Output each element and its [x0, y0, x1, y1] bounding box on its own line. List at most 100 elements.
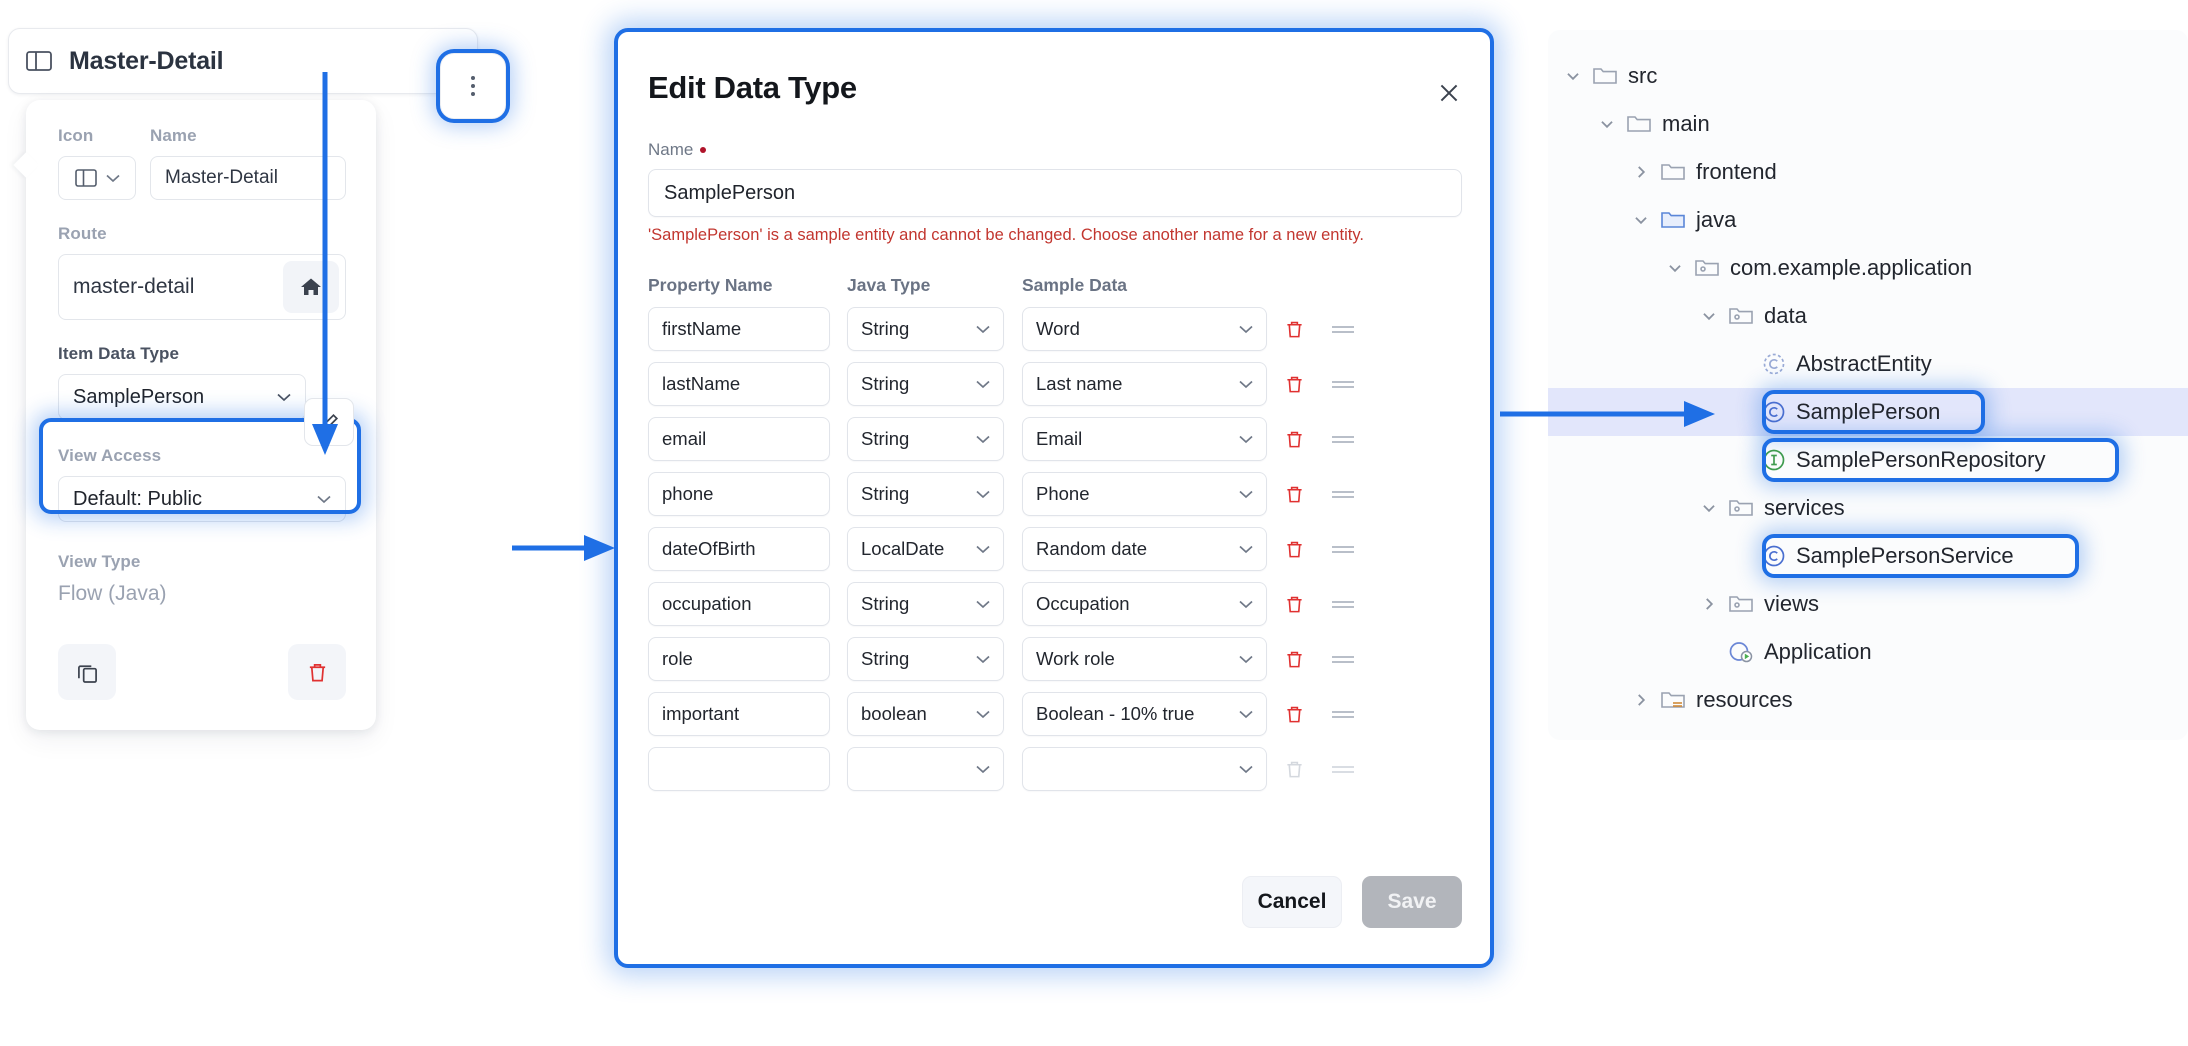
dialog-error-message: 'SamplePerson' is a sample entity and ca… — [648, 226, 1462, 245]
route-label: Route — [58, 224, 346, 244]
delete-property-button[interactable] — [1267, 540, 1321, 559]
save-button[interactable]: Save — [1362, 876, 1462, 928]
duplicate-view-button[interactable] — [58, 644, 116, 700]
tree-item-src[interactable]: src — [1548, 52, 2188, 100]
item-data-type-value: SamplePerson — [73, 386, 204, 409]
view-type-value: Flow (Java) — [58, 582, 346, 606]
drag-handle[interactable] — [1321, 488, 1365, 501]
tree-item-label: Application — [1764, 639, 1872, 665]
tree-spacer — [1734, 547, 1752, 565]
tree-item-services[interactable]: services — [1548, 484, 2188, 532]
drag-handle[interactable] — [1321, 323, 1365, 336]
drag-line — [1332, 326, 1354, 328]
tree-item-icon — [1762, 400, 1786, 424]
tree-item-views[interactable]: views — [1548, 580, 2188, 628]
dialog-name-input[interactable]: SamplePerson — [648, 169, 1462, 217]
delete-property-button[interactable] — [1267, 485, 1321, 504]
java-type-select[interactable]: String — [847, 472, 1004, 516]
chevron-down-icon — [1239, 380, 1253, 389]
sample-data-select[interactable]: Word — [1022, 307, 1267, 351]
property-name-input[interactable]: firstName — [648, 307, 830, 351]
interface-icon — [1762, 448, 1786, 472]
tree-item-abstractentity[interactable]: AbstractEntity — [1548, 340, 2188, 388]
delete-property-button[interactable] — [1267, 650, 1321, 669]
icon-select[interactable] — [58, 156, 136, 200]
property-name-input[interactable]: role — [648, 637, 830, 681]
tree-item-icon — [1728, 305, 1754, 327]
view-access-select[interactable]: Default: Public — [58, 476, 346, 522]
tree-item-application[interactable]: Application — [1548, 628, 2188, 676]
tree-item-frontend[interactable]: frontend — [1548, 148, 2188, 196]
sample-data-select[interactable]: Random date — [1022, 527, 1267, 571]
sample-data-value: Phone — [1036, 483, 1090, 505]
delete-property-button[interactable] — [1267, 320, 1321, 339]
java-type-select[interactable]: boolean — [847, 692, 1004, 736]
chevron-down-icon[interactable] — [1632, 211, 1650, 229]
drag-handle[interactable] — [1321, 653, 1365, 666]
set-home-route-button[interactable] — [283, 261, 339, 313]
property-row: important boolean Boolean - 10% true — [648, 692, 1462, 736]
tree-item-com-example-application[interactable]: com.example.application — [1548, 244, 2188, 292]
java-type-select[interactable]: String — [847, 582, 1004, 626]
chevron-right-icon[interactable] — [1632, 163, 1650, 181]
sample-data-select[interactable]: Last name — [1022, 362, 1267, 406]
property-name-input[interactable]: email — [648, 417, 830, 461]
tree-spacer — [1734, 451, 1752, 469]
property-name-input[interactable]: lastName — [648, 362, 830, 406]
tree-item-java[interactable]: java — [1548, 196, 2188, 244]
property-name-input[interactable] — [648, 747, 830, 791]
sample-data-select[interactable]: Work role — [1022, 637, 1267, 681]
chevron-down-icon[interactable] — [1700, 307, 1718, 325]
tree-item-resources[interactable]: resources — [1548, 676, 2188, 724]
drag-handle[interactable] — [1321, 433, 1365, 446]
item-data-type-select[interactable]: SamplePerson — [58, 374, 306, 420]
java-type-select[interactable]: String — [847, 417, 1004, 461]
property-name-input[interactable]: important — [648, 692, 830, 736]
java-type-select[interactable]: String — [847, 362, 1004, 406]
chevron-right-icon[interactable] — [1700, 595, 1718, 613]
sample-data-value: Work role — [1036, 648, 1115, 670]
chevron-down-icon[interactable] — [1666, 259, 1684, 277]
close-dialog-button[interactable] — [1436, 80, 1462, 106]
drag-line — [1332, 766, 1354, 768]
tree-item-sampleperson[interactable]: SamplePerson — [1548, 388, 2188, 436]
property-row: phone String Phone — [648, 472, 1462, 516]
sample-data-select[interactable]: Boolean - 10% true — [1022, 692, 1267, 736]
sample-data-value: Email — [1036, 428, 1082, 450]
chevron-down-icon[interactable] — [1598, 115, 1616, 133]
delete-property-button[interactable] — [1267, 705, 1321, 724]
java-type-select[interactable]: String — [847, 637, 1004, 681]
java-type-select[interactable]: LocalDate — [847, 527, 1004, 571]
chevron-down-icon[interactable] — [1564, 67, 1582, 85]
java-type-select[interactable] — [847, 747, 1004, 791]
property-name-input[interactable]: occupation — [648, 582, 830, 626]
delete-property-button[interactable] — [1267, 375, 1321, 394]
delete-property-button[interactable] — [1267, 430, 1321, 449]
java-type-select[interactable]: String — [847, 307, 1004, 351]
drag-handle[interactable] — [1321, 708, 1365, 721]
delete-view-button[interactable] — [288, 644, 346, 700]
tree-item-data[interactable]: data — [1548, 292, 2188, 340]
sample-data-select[interactable]: Occupation — [1022, 582, 1267, 626]
chevron-down-icon[interactable] — [1700, 499, 1718, 517]
name-input[interactable]: Master-Detail — [150, 156, 346, 200]
edit-data-type-button[interactable] — [304, 398, 354, 446]
sample-data-select[interactable] — [1022, 747, 1267, 791]
column-header-sample-data: Sample Data — [1022, 275, 1267, 296]
tree-item-samplepersonrepository[interactable]: SamplePersonRepository — [1548, 436, 2188, 484]
tree-item-samplepersonservice[interactable]: SamplePersonService — [1548, 532, 2188, 580]
property-name-input[interactable]: phone — [648, 472, 830, 516]
tree-item-main[interactable]: main — [1548, 100, 2188, 148]
sample-data-select[interactable]: Phone — [1022, 472, 1267, 516]
trash-icon — [1285, 430, 1304, 449]
drag-handle[interactable] — [1321, 598, 1365, 611]
cancel-button[interactable]: Cancel — [1242, 876, 1342, 928]
property-name-input[interactable]: dateOfBirth — [648, 527, 830, 571]
sample-data-select[interactable]: Email — [1022, 417, 1267, 461]
drag-line — [1332, 551, 1354, 553]
delete-property-button[interactable] — [1267, 595, 1321, 614]
drag-handle[interactable] — [1321, 543, 1365, 556]
drag-handle[interactable] — [1321, 378, 1365, 391]
more-actions-button[interactable] — [440, 53, 506, 119]
chevron-right-icon[interactable] — [1632, 691, 1650, 709]
